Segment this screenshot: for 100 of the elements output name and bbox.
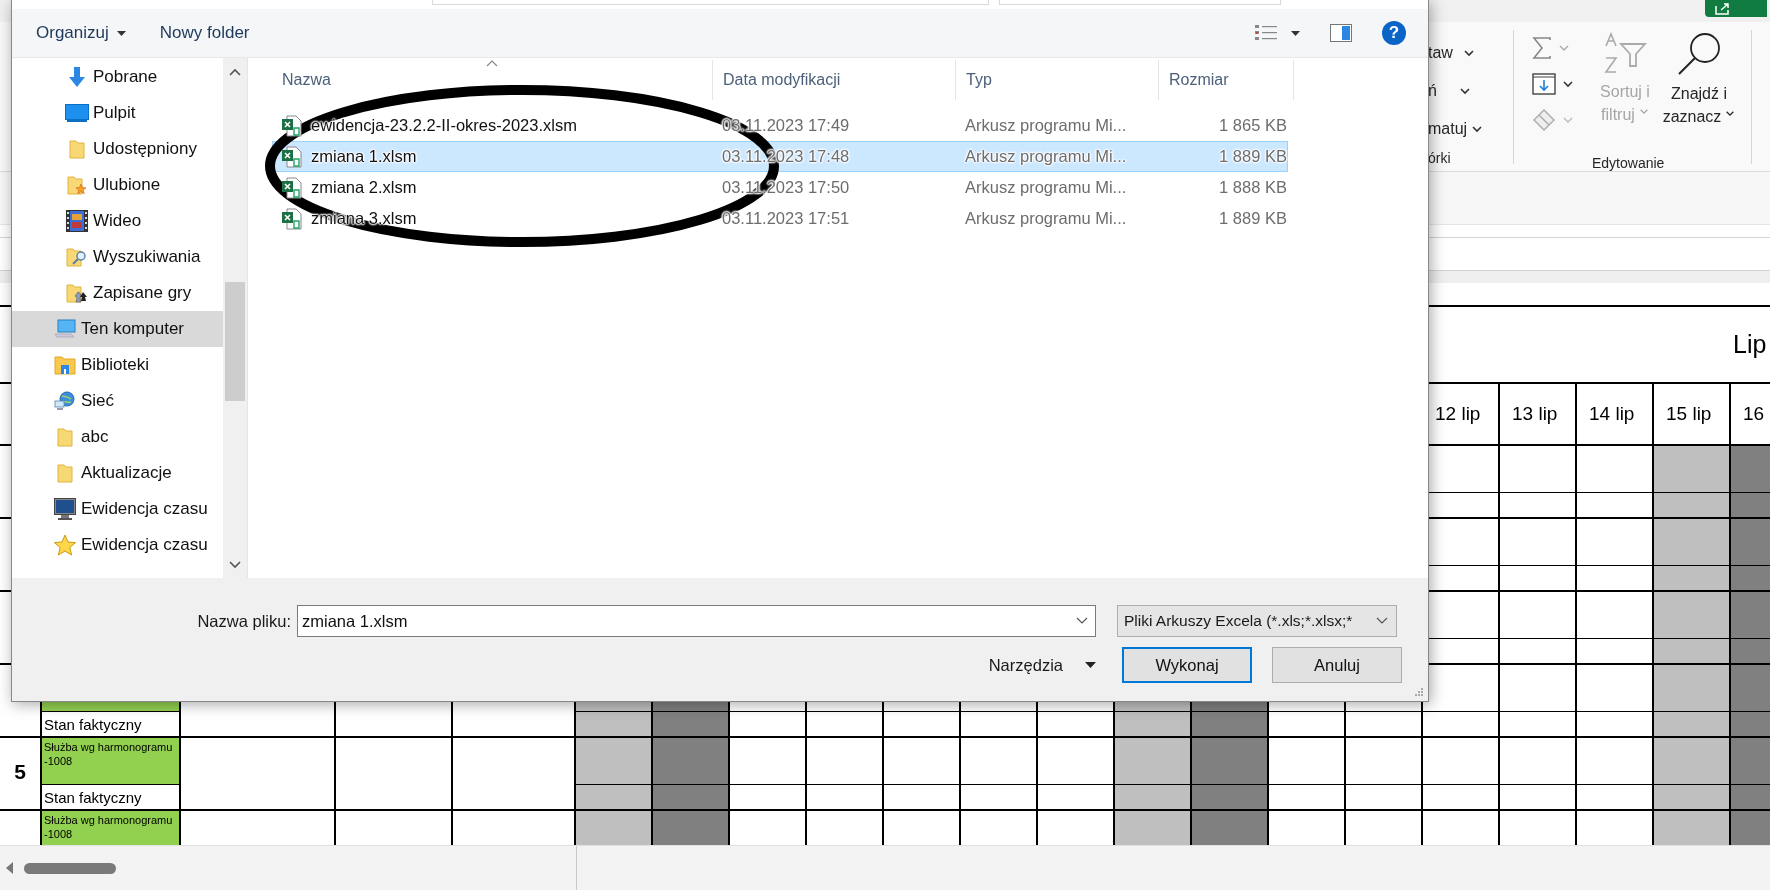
column-header[interactable]: Nazwa xyxy=(248,60,713,100)
magnifier-icon xyxy=(1676,32,1722,76)
column-header[interactable]: Typ xyxy=(956,60,1159,100)
day-header: 15 lip xyxy=(1666,403,1712,425)
file-type: Arkusz programu Mi... xyxy=(964,209,1128,228)
library-folder-icon xyxy=(54,355,76,375)
star-icon xyxy=(54,534,76,556)
insert-cells-button[interactable]: taw xyxy=(1428,44,1453,62)
preview-pane-icon[interactable] xyxy=(1330,24,1352,42)
dialog-button[interactable]: Wykonaj xyxy=(1122,647,1252,683)
sidebar-item[interactable]: Ten komputer xyxy=(12,311,223,347)
scroll-down-icon[interactable] xyxy=(229,561,241,569)
tools-menu[interactable]: Narzędzia xyxy=(988,655,1096,675)
file-name: zmiana 2.xlsm xyxy=(311,178,417,197)
fill-down-icon[interactable] xyxy=(1532,73,1556,95)
file-name-field[interactable]: zmiana 1.xlsm xyxy=(297,605,1096,637)
file-date: 03.11.2023 17:51 xyxy=(721,209,851,228)
chevron-down-icon xyxy=(1725,110,1736,117)
sidebar-item[interactable]: Biblioteki xyxy=(12,347,223,383)
share-button[interactable] xyxy=(1705,0,1767,17)
computer-icon xyxy=(54,319,76,339)
day-header: 16 xyxy=(1743,403,1765,425)
scroll-left-icon[interactable] xyxy=(6,862,14,874)
file-name: zmiana 1.xlsm xyxy=(311,147,417,166)
scrollbar-thumb[interactable] xyxy=(225,282,245,401)
chevron-down-icon xyxy=(1376,617,1388,625)
table-cell: Stan faktyczny xyxy=(44,715,142,733)
spreadsheet-file-icon xyxy=(282,176,302,199)
sidebar-item[interactable]: Ewidencja czasu xyxy=(12,491,223,527)
sort-filter-icon xyxy=(1603,32,1647,74)
resize-grip-icon[interactable] xyxy=(1414,687,1424,697)
file-size: 1 889 KB xyxy=(1218,209,1287,228)
globe-network-icon xyxy=(54,391,76,411)
film-strip-icon xyxy=(66,210,88,232)
sidebar-item[interactable]: Pobrane xyxy=(12,59,223,95)
chevron-down-icon xyxy=(1462,49,1475,57)
folder-icon xyxy=(57,463,73,483)
spreadsheet-file-icon xyxy=(282,145,302,168)
scroll-up-icon[interactable] xyxy=(229,68,241,76)
chevron-down-icon xyxy=(1558,44,1570,52)
share-icon xyxy=(1715,2,1731,15)
sidebar-item[interactable]: Sieć xyxy=(12,383,223,419)
spreadsheet-file-icon xyxy=(282,207,302,230)
chevron-down-icon xyxy=(1562,116,1574,124)
sidebar-item[interactable]: Pulpit xyxy=(12,95,223,131)
file-type: Arkusz programu Mi... xyxy=(964,147,1128,166)
chevron-down-icon xyxy=(1562,80,1574,88)
sort-caret-icon xyxy=(486,60,498,67)
row-number: 5 xyxy=(14,760,26,784)
file-size: 1 889 KB xyxy=(1218,147,1287,166)
sidebar-item[interactable]: Aktualizacje xyxy=(12,455,223,491)
format-cells-button[interactable]: matuj xyxy=(1428,120,1468,138)
folder-chess-piece-icon xyxy=(66,283,88,303)
file-name-label: Nazwa pliku: xyxy=(196,611,291,631)
organize-menu[interactable]: Organizuj xyxy=(36,23,126,43)
new-folder-button[interactable]: Nowy folder xyxy=(159,23,250,43)
column-header[interactable]: Rozmiar xyxy=(1159,60,1294,100)
file-type-dropdown[interactable]: Pliki Arkuszy Excela (*.xls;*.xlsx;* xyxy=(1117,605,1397,637)
group-label: órki xyxy=(1428,150,1452,166)
help-button[interactable]: ? xyxy=(1382,21,1406,45)
desktop-icon xyxy=(65,104,89,122)
folder-magnifier-icon xyxy=(66,247,88,267)
sidebar-item[interactable]: Wideo xyxy=(12,203,223,239)
spreadsheet-file-icon xyxy=(282,114,302,137)
table-cell: Służba wg harmonogramu -1008 xyxy=(42,738,179,784)
view-options-icon[interactable] xyxy=(1255,24,1277,42)
find-select-button[interactable]: Znajdź i zaznacz xyxy=(1662,28,1736,155)
chevron-down-icon xyxy=(1458,87,1471,95)
sidebar-item[interactable]: Ewidencja czasu xyxy=(12,527,223,563)
day-header: 13 lip xyxy=(1512,403,1558,425)
caret-down-icon xyxy=(1085,662,1096,668)
caret-down-icon xyxy=(116,30,126,36)
search-field[interactable] xyxy=(999,0,1281,5)
folder-icon xyxy=(57,427,73,447)
folder-star-icon xyxy=(67,175,87,195)
file-size: 1 888 KB xyxy=(1218,178,1287,197)
sum-sigma-icon[interactable] xyxy=(1532,37,1552,59)
day-header: 12 lip xyxy=(1435,403,1481,425)
eraser-icon[interactable] xyxy=(1532,109,1556,131)
sidebar-item[interactable]: Udostępniony xyxy=(12,131,223,167)
table-cell: Stan faktyczny xyxy=(44,788,142,806)
monitor-icon xyxy=(54,498,76,520)
group-label: Edytowanie xyxy=(1592,155,1666,171)
day-header: 14 lip xyxy=(1589,403,1635,425)
dialog-button[interactable]: Anuluj xyxy=(1272,647,1402,683)
scrollbar-thumb[interactable] xyxy=(24,862,116,874)
sidebar-item[interactable]: Ulubione xyxy=(12,167,223,203)
chevron-down-icon[interactable] xyxy=(1076,617,1088,625)
address-field[interactable] xyxy=(432,0,989,5)
folder-icon xyxy=(69,139,85,159)
chevron-down-icon xyxy=(1638,108,1649,115)
file-type: Arkusz programu Mi... xyxy=(964,178,1128,197)
sidebar-item[interactable]: Wyszukiwania xyxy=(12,239,223,275)
down-arrow-icon xyxy=(67,66,87,88)
delete-cells-button[interactable]: ń xyxy=(1428,82,1437,100)
caret-down-icon[interactable] xyxy=(1291,30,1300,36)
chevron-down-icon xyxy=(1471,125,1484,133)
column-header[interactable]: Data modyfikacji xyxy=(713,60,956,100)
file-type: Arkusz programu Mi... xyxy=(964,116,1128,135)
sidebar-item[interactable]: abc xyxy=(12,419,223,455)
